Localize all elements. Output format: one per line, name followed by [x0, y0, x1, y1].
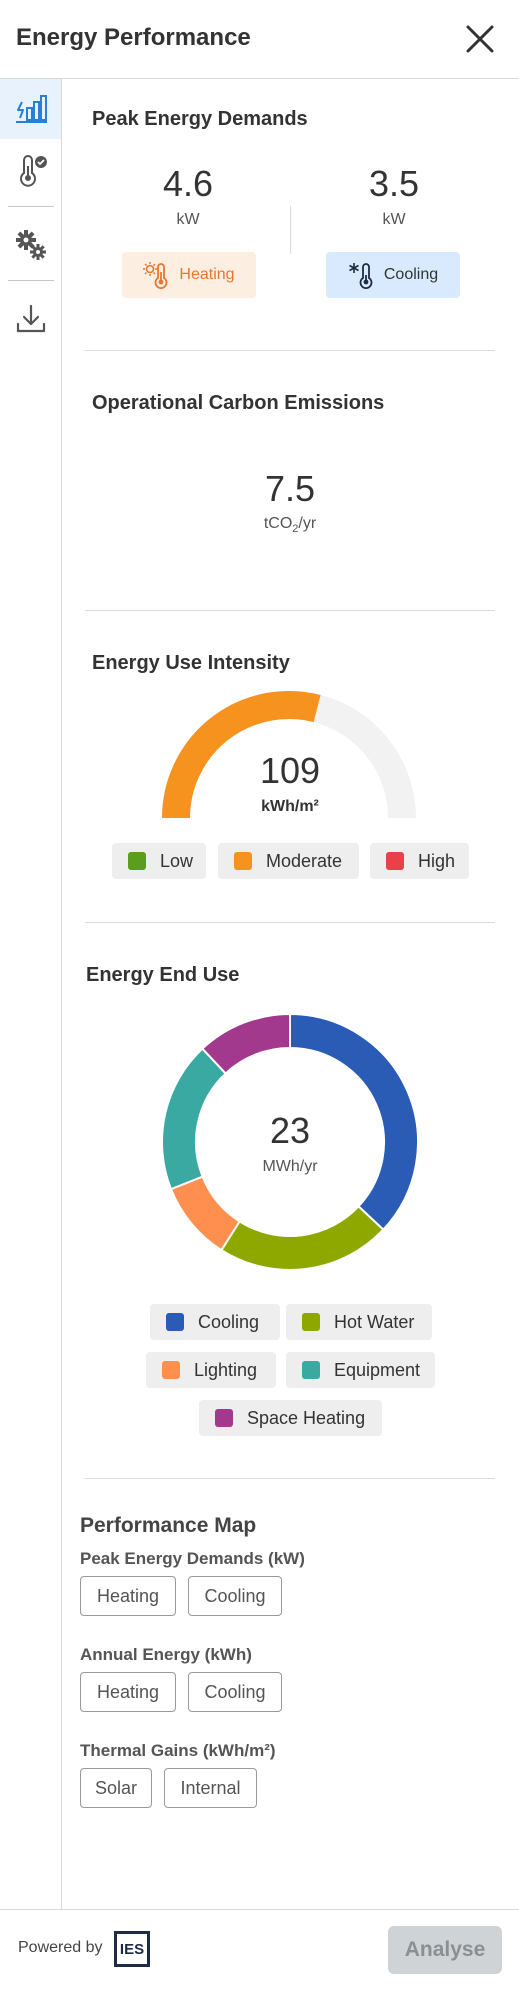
enduse-unit: MWh/yr: [262, 1158, 318, 1175]
sidebar-item-thermal[interactable]: [0, 141, 61, 201]
legend-label-moderate: Moderate: [266, 850, 343, 871]
legend-label-lighting: Lighting: [194, 1359, 258, 1380]
section-divider: [85, 922, 495, 923]
carbon-unit: tCO2/yr: [263, 515, 317, 536]
perfmap-annual-heating-button[interactable]: Heating: [80, 1672, 176, 1712]
close-icon[interactable]: [463, 22, 497, 56]
sidebar-item-settings[interactable]: [0, 215, 61, 275]
section-divider: [85, 610, 495, 611]
perfmap-peak-cooling-button[interactable]: Cooling: [188, 1576, 282, 1616]
section-divider: [85, 350, 495, 351]
donut-slice-hot-water: [220, 1204, 385, 1271]
eui-unit: kWh/m²: [261, 798, 319, 815]
perfmap-group-label: Peak Energy Demands (kW): [80, 1549, 305, 1568]
sidebar-divider: [8, 280, 54, 281]
legend-moderate: Moderate: [218, 843, 359, 879]
legend-label-equipment: Equipment: [334, 1359, 421, 1380]
perfmap-peak-heating-button[interactable]: Heating: [80, 1576, 176, 1616]
perfmap-group-label: Thermal Gains (kWh/m²): [80, 1741, 276, 1760]
powered-by-label: Powered by: [18, 1939, 103, 1956]
legend-space-heating: Space Heating: [199, 1400, 382, 1436]
section-divider: [85, 1478, 495, 1479]
perfmap-internal-button[interactable]: Internal: [164, 1768, 257, 1808]
panel-title: Energy Performance: [16, 24, 251, 51]
legend-swatch-moderate: [234, 852, 252, 870]
sidebar: [0, 79, 62, 1909]
legend-swatch-high: [386, 852, 404, 870]
donut-slice-equipment: [161, 1047, 228, 1191]
gears-icon: [15, 230, 46, 260]
legend-low: Low: [112, 843, 206, 879]
metric-divider: [290, 206, 291, 254]
cooling-peak-value: 3.5: [368, 163, 420, 204]
section-title-enduse: Energy End Use: [86, 964, 240, 986]
sidebar-item-download[interactable]: [0, 289, 61, 349]
section-title-eui: Energy Use Intensity: [92, 652, 290, 674]
section-title-carbon: Operational Carbon Emissions: [92, 392, 385, 414]
cooling-icon: [348, 263, 373, 289]
thermometer-check-icon: [19, 155, 47, 187]
legend-lighting: Lighting: [146, 1352, 276, 1388]
perfmap-solar-button[interactable]: Solar: [80, 1768, 152, 1808]
legend-swatch-lighting: [162, 1361, 180, 1379]
legend-label-high: High: [418, 850, 456, 871]
cooling-pill-label: Cooling: [383, 266, 439, 283]
legend-label-cooling: Cooling: [198, 1311, 260, 1332]
eui-value: 109: [259, 750, 321, 791]
analyse-button[interactable]: Analyse: [388, 1926, 502, 1974]
legend-swatch-equipment: [302, 1361, 320, 1379]
sidebar-divider: [8, 206, 54, 207]
legend-hot-water: Hot Water: [286, 1304, 432, 1340]
panel-header: Energy Performance: [0, 0, 519, 79]
heating-peak-unit: kW: [176, 211, 200, 228]
donut-slice-lighting: [169, 1175, 242, 1252]
sidebar-item-energy[interactable]: [0, 79, 61, 139]
heating-pill: Heating: [122, 252, 256, 298]
heating-peak-value: 4.6: [162, 163, 214, 204]
cooling-peak-unit: kW: [382, 211, 406, 228]
legend-swatch-hot-water: [302, 1313, 320, 1331]
legend-high: High: [370, 843, 469, 879]
legend-cooling: Cooling: [150, 1304, 280, 1340]
cooling-pill: Cooling: [326, 252, 460, 298]
heating-icon: [143, 262, 168, 289]
legend-label-low: Low: [160, 850, 194, 871]
panel-footer: Powered by IES Analyse: [0, 1909, 519, 1990]
legend-swatch-low: [128, 852, 146, 870]
ies-logo: IES: [114, 1931, 150, 1967]
carbon-value: 7.5: [264, 468, 316, 509]
legend-swatch-space-heating: [215, 1409, 233, 1427]
legend-swatch-cooling: [166, 1313, 184, 1331]
perfmap-annual-cooling-button[interactable]: Cooling: [188, 1672, 282, 1712]
heating-pill-label: Heating: [179, 266, 235, 283]
legend-label-hot-water: Hot Water: [334, 1311, 415, 1332]
performance-map-title: Performance Map: [80, 1514, 257, 1537]
download-icon: [16, 304, 45, 333]
legend-label-space-heating: Space Heating: [247, 1407, 366, 1428]
energy-chart-icon: [15, 95, 47, 123]
legend-equipment: Equipment: [286, 1352, 435, 1388]
section-title-peak: Peak Energy Demands: [92, 108, 308, 130]
perfmap-group-label: Annual Energy (kWh): [80, 1645, 252, 1664]
enduse-value: 23: [269, 1110, 311, 1151]
